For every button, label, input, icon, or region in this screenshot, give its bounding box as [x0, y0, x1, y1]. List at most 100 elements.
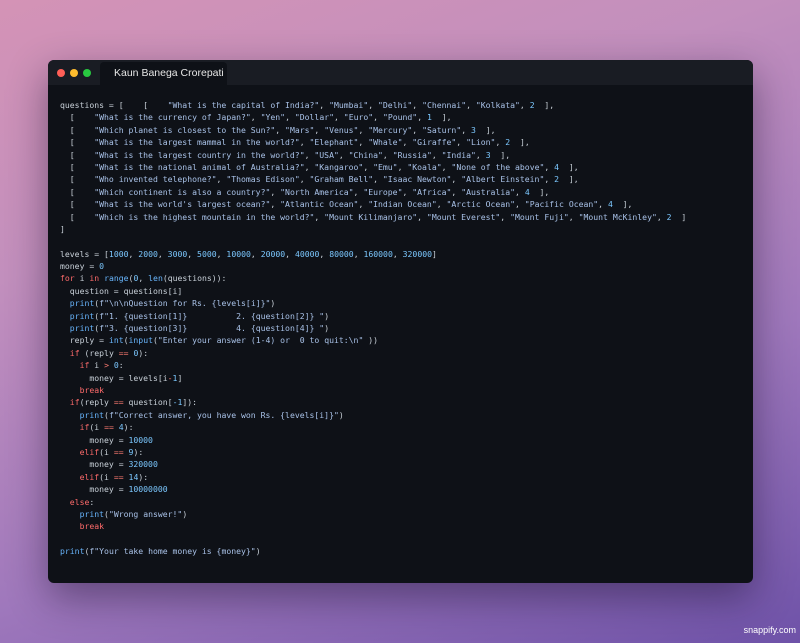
- code-token: 1000: [108, 248, 129, 259]
- code-token: ,: [598, 199, 608, 210]
- code-token: "Mercury": [368, 124, 413, 135]
- code-line: if i > 0:: [60, 359, 745, 371]
- code-token: ,: [392, 248, 403, 259]
- code-token: "Graham Bell": [309, 174, 374, 185]
- code-token: ,: [412, 124, 423, 135]
- code-token: len: [148, 273, 163, 284]
- code-token: ,: [270, 199, 281, 210]
- code-token: ,: [500, 211, 511, 222]
- code-token: "Venus": [324, 124, 359, 135]
- code-token: ,: [285, 112, 295, 123]
- code-token: ,: [417, 112, 427, 123]
- code-token: "Elephant": [309, 137, 359, 148]
- code-token: ,: [412, 100, 423, 110]
- minimize-button-icon[interactable]: [70, 69, 78, 77]
- code-token: ,: [397, 161, 408, 172]
- code-line: [ "What is the largest mammal in the wor…: [60, 136, 745, 148]
- code-token: question = questions[i]: [60, 285, 183, 296]
- code-line: for i in range(0, len(questions)):: [60, 272, 745, 284]
- code-token: print: [69, 298, 95, 309]
- code-token: "Giraffe": [412, 137, 457, 148]
- code-line: [ "What is the currency of Japan?", "Yen…: [60, 111, 745, 123]
- code-token: print: [69, 310, 95, 321]
- code-line: print(f"Your take home money is {money}"…: [60, 545, 745, 557]
- code-token: 5000: [197, 248, 217, 259]
- code-token: "Delhi": [378, 100, 413, 110]
- code-token: 10000000: [128, 484, 168, 495]
- code-token: ],: [612, 199, 633, 210]
- code-token: "Whale": [368, 137, 403, 148]
- code-line: if(reply == question[-1]):: [60, 396, 745, 408]
- code-token: ,: [417, 211, 427, 222]
- code-token: ,: [334, 112, 344, 123]
- code-token: ,: [304, 149, 315, 160]
- watermark: snappify.com: [743, 625, 796, 635]
- maximize-button-icon[interactable]: [83, 69, 91, 77]
- code-token: "Wrong answer!": [108, 508, 183, 519]
- code-token: ,: [358, 199, 369, 210]
- code-token: "Which is the highest mountain in the wo…: [94, 211, 315, 222]
- code-token: ,: [319, 248, 330, 259]
- code-token: ,: [299, 137, 310, 148]
- code-line: print(f"3. {question[3]} 4. {question[4]…: [60, 322, 745, 334]
- code-line: [ "What is the largest country in the wo…: [60, 149, 745, 161]
- code-token: ,: [402, 137, 413, 148]
- code-token: :: [89, 496, 95, 507]
- code-line: [ "What is the world's largest ocean?", …: [60, 198, 745, 210]
- code-token: ==: [113, 397, 124, 408]
- code-token: ,: [304, 161, 315, 172]
- code-token: ,: [495, 137, 506, 148]
- code-line: [ "Who invented telephone?", "Thomas Edi…: [60, 173, 745, 185]
- code-token: "Thomas Edison": [226, 174, 300, 185]
- code-token: "Which continent is also a country?": [94, 186, 271, 197]
- code-token: ): [182, 508, 188, 519]
- code-line: break: [60, 384, 745, 396]
- code-token: "What is the largest mammal in the world…: [94, 137, 300, 148]
- code-token: ]):: [182, 397, 198, 408]
- code-line: [ "Which is the highest mountain in the …: [60, 211, 745, 223]
- code-token: ):: [123, 422, 134, 433]
- code-token: ,: [353, 248, 364, 259]
- code-line: elif(i == 14):: [60, 471, 745, 483]
- code-window: Kaun Banega Crorepati questions = [ [ "W…: [48, 60, 753, 583]
- code-token: "Dollar": [294, 112, 334, 123]
- code-token: ,: [568, 211, 579, 222]
- code-token: ,: [456, 137, 467, 148]
- tab-file[interactable]: Kaun Banega Crorepati: [100, 62, 227, 85]
- code-token: ,: [451, 186, 462, 197]
- code-token: ,: [451, 174, 462, 185]
- code-line: reply = int(input("Enter your answer (1-…: [60, 334, 745, 346]
- code-token: "Mount McKinley": [578, 211, 657, 222]
- code-token: ,: [275, 124, 286, 135]
- code-line: ]: [60, 223, 745, 235]
- code-token: ,: [466, 100, 476, 110]
- code-token: ]: [432, 248, 437, 259]
- code-token: [: [60, 199, 95, 210]
- code-token: ],: [475, 124, 496, 135]
- code-token: 320000: [402, 248, 432, 259]
- code-token: ,: [314, 211, 325, 222]
- code-token: ):: [138, 347, 149, 358]
- code-token: print: [79, 409, 105, 420]
- code-token: "Pound": [382, 112, 418, 123]
- code-token: else: [69, 496, 90, 507]
- code-token: i: [74, 273, 90, 284]
- code-token: "Which planet is closest to the Sun?": [94, 124, 276, 135]
- code-token: f"\n\nQuestion for Rs. {levels[i]}": [99, 298, 271, 309]
- code-token: print: [69, 323, 95, 334]
- code-token: "Yen": [260, 112, 286, 123]
- code-token: ],: [510, 137, 530, 148]
- code-token: (i: [89, 422, 105, 433]
- close-button-icon[interactable]: [57, 69, 65, 77]
- code-token: elif: [79, 471, 100, 482]
- code-line: money = 10000: [60, 434, 745, 446]
- code-token: ==: [104, 422, 114, 433]
- code-token: [: [60, 174, 95, 185]
- code-token: ): [324, 310, 330, 321]
